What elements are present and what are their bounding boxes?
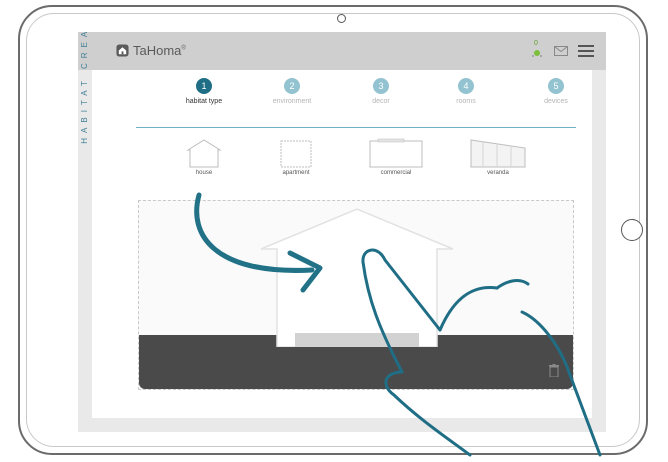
step-progress: 1 habitat type 2 environment 3 decor 4 r… [132,78,572,118]
habitat-type-label: apartment [282,170,310,176]
house-icon [186,139,222,168]
step-label: rooms [456,98,476,105]
step-environment[interactable]: 2 environment [252,78,332,105]
step-rooms[interactable]: 4 rooms [426,78,506,105]
tablet-home-button[interactable] [621,219,643,241]
mail-icon[interactable] [554,46,568,56]
step-habitat-type[interactable]: 1 habitat type [164,78,244,105]
habitat-type-label: commercial [380,170,412,176]
step-number: 5 [548,78,564,94]
habitat-type-house[interactable]: house [164,138,244,176]
house-preview [260,208,454,347]
step-label: devices [544,98,568,105]
step-devices[interactable]: 5 devices [516,78,596,105]
step-number: 1 [196,78,212,94]
side-label: HABITAT CREATION [80,32,89,144]
apartment-icon [280,140,312,168]
step-label: environment [272,98,312,105]
step-number: 2 [284,78,300,94]
notification-count: 0 [534,40,538,47]
step-decor[interactable]: 3 decor [341,78,421,105]
top-bar: TaHoma® 0 [78,32,606,70]
step-label: decor [372,98,390,105]
step-progress-line [136,127,576,128]
habitat-type-veranda[interactable]: veranda [458,138,538,176]
habitat-creation-card: HABITAT CREATION 1 habitat type 2 enviro… [80,32,592,418]
app-logo: TaHoma® [116,43,186,58]
habitat-type-selector: house apartment commercial veranda [130,138,570,190]
step-number: 3 [373,78,389,94]
habitat-type-label: veranda [487,170,509,176]
notification-icon[interactable]: 0 [530,40,544,58]
home-icon [116,44,129,57]
tablet-camera [337,14,346,23]
commercial-icon [369,138,423,168]
step-label: habitat type [185,98,223,105]
menu-icon[interactable] [578,45,594,57]
habitat-type-apartment[interactable]: apartment [256,138,336,176]
app-screen: TaHoma® 0 HABITAT CREATION 1 habitat typ… [78,32,606,432]
veranda-icon [470,139,526,168]
app-title: TaHoma® [133,43,186,58]
habitat-drop-zone[interactable] [138,200,574,390]
habitat-type-commercial[interactable]: commercial [356,138,436,176]
step-number: 4 [458,78,474,94]
trash-icon[interactable] [549,364,559,380]
habitat-type-label: house [195,170,213,176]
